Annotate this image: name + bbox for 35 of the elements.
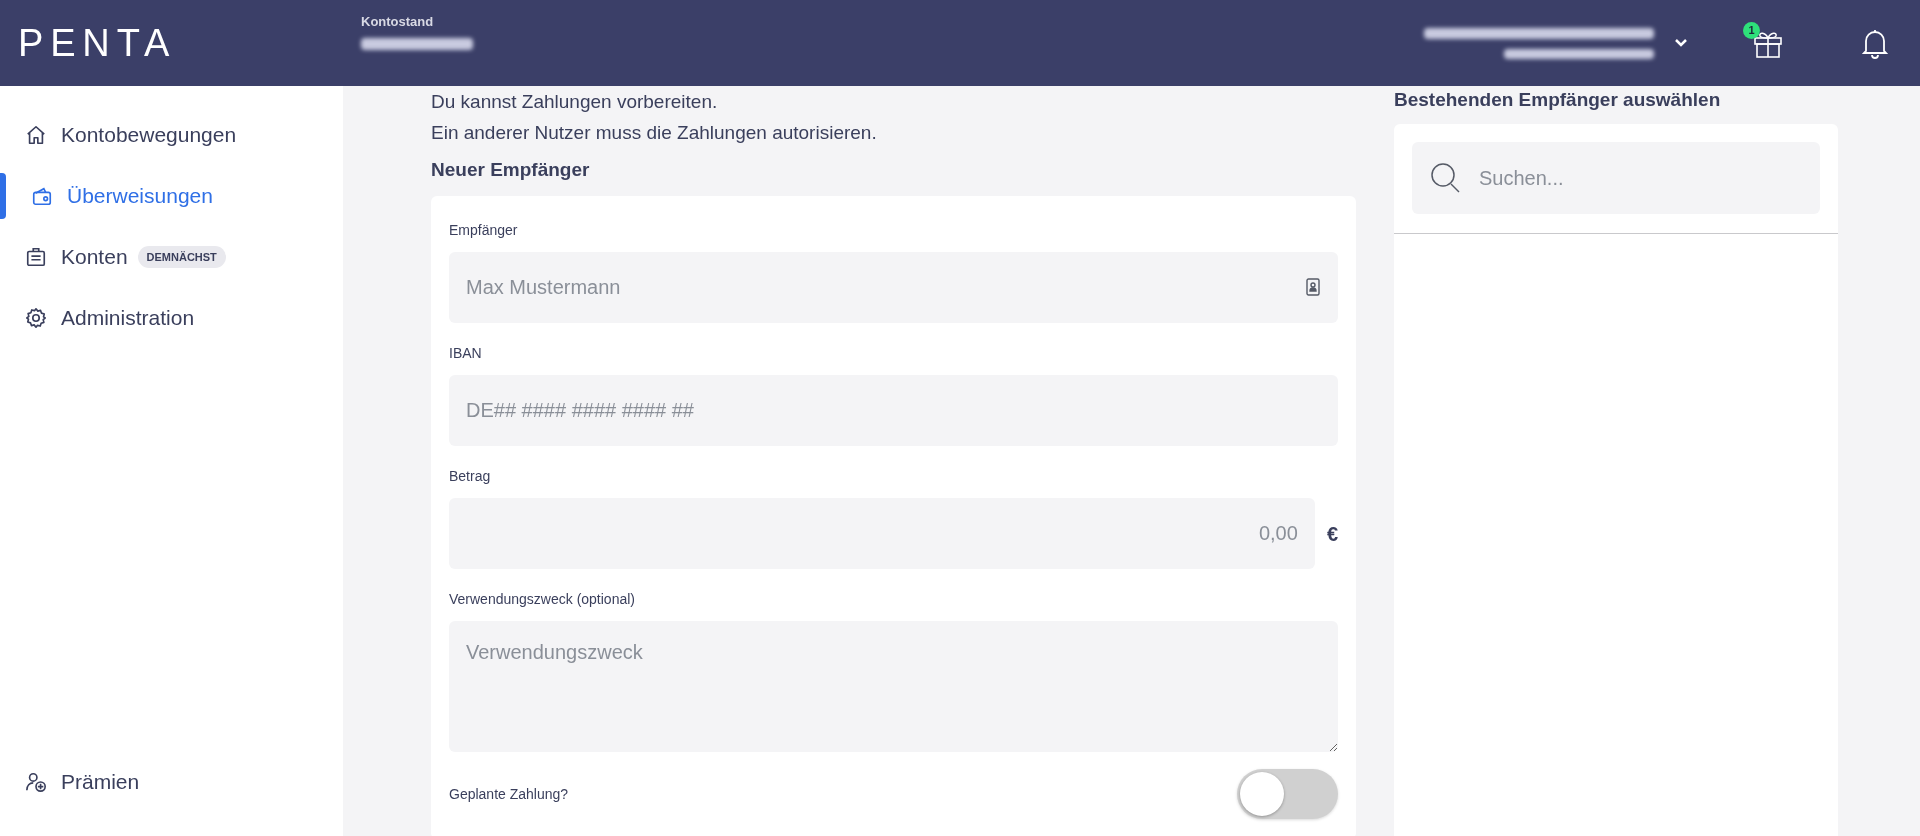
- nav-item[interactable]: Konten DEMNÄCHST: [0, 235, 343, 279]
- toggle-switch[interactable]: [1237, 769, 1338, 819]
- text-area[interactable]: Verwendungszweck: [449, 621, 1338, 752]
- home-icon: [25, 124, 47, 146]
- currency-symbol: €: [1326, 521, 1338, 547]
- info-text: Ein anderer Nutzer muss die Zahlungen autorisieren.: [431, 121, 878, 145]
- amount-field[interactable]: 0,00: [449, 498, 1315, 569]
- balance-label: Kontostand: [361, 13, 435, 31]
- search-icon: [1430, 162, 1461, 194]
- chevron-down-icon[interactable]: [1674, 38, 1688, 48]
- info-text: Du kannst Zahlungen vorbereiten.: [431, 90, 719, 114]
- nav-item[interactable]: Kontobewegungen: [0, 113, 343, 157]
- field-label: Verwendungszweck (optional): [449, 590, 636, 609]
- field-label: Empfänger: [449, 221, 519, 240]
- input-field[interactable]: DE## #### #### #### ##: [449, 375, 1338, 446]
- toggle-label: Geplante Zahlung?: [449, 784, 569, 804]
- nav-item[interactable]: Prämien: [0, 760, 343, 804]
- contact-book-icon[interactable]: [1306, 278, 1320, 296]
- bell-icon[interactable]: [1860, 27, 1890, 59]
- notification-badge: 1: [1743, 22, 1760, 39]
- input-field[interactable]: Max Mustermann: [449, 252, 1338, 323]
- field-label: IBAN: [449, 344, 483, 363]
- logo[interactable]: PENTA: [18, 24, 318, 62]
- section-title: Bestehenden Empfänger auswählen: [1394, 88, 1722, 112]
- briefcase-icon: [25, 246, 47, 268]
- section-title: Neuer Empfänger: [431, 158, 591, 182]
- settings-icon: [25, 307, 47, 329]
- user-plus-icon: [25, 771, 47, 793]
- nav-item[interactable]: Überweisungen: [0, 174, 343, 218]
- field-label: Betrag: [449, 467, 492, 486]
- search-field[interactable]: Suchen...: [1412, 142, 1820, 214]
- status-badge: DEMNÄCHST: [137, 245, 226, 269]
- nav-item[interactable]: Administration: [0, 296, 343, 340]
- toggle-knob[interactable]: [1240, 772, 1284, 816]
- wallet-icon: [31, 185, 53, 207]
